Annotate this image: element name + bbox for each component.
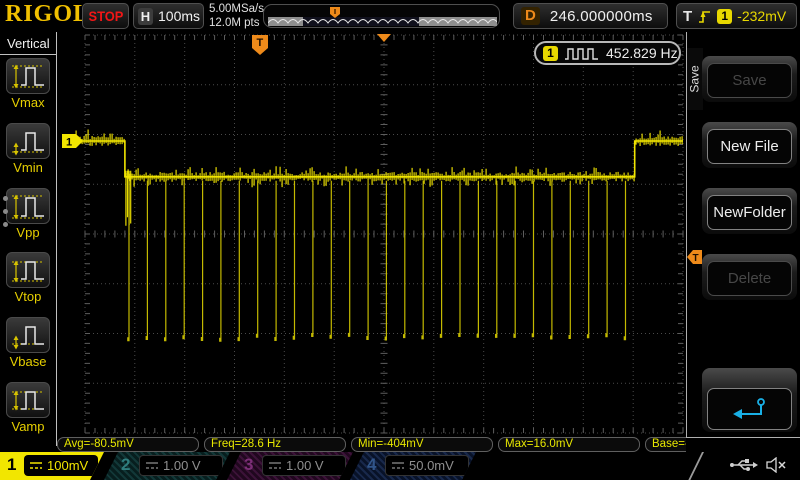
sidebar-title: Vertical: [0, 32, 56, 55]
return-arrow-icon: [730, 395, 770, 423]
channel-scale: 100mV: [47, 458, 88, 473]
channel-number: 4: [367, 455, 376, 475]
memory-depth: 12.0M pts: [209, 16, 264, 30]
ch1-trace: [57, 32, 686, 437]
sidebar-item-vbase[interactable]: Vbase: [0, 317, 56, 369]
sidebar-item-label: Vmax: [0, 95, 56, 110]
measurement-freq[interactable]: Freq=28.6 Hz: [204, 437, 346, 452]
save-button[interactable]: Save: [707, 63, 792, 98]
channel-4-status[interactable]: 4 50.0mV: [350, 452, 476, 480]
statusbar-divider: [688, 452, 704, 480]
back-button[interactable]: [707, 388, 792, 430]
waveform-position-preview[interactable]: [263, 4, 500, 28]
sidebar-item-label: Vpp: [0, 225, 56, 240]
svg-text:1: 1: [66, 137, 72, 149]
svg-text:T: T: [693, 253, 699, 264]
channel-3-status[interactable]: 3 1.00 V: [227, 452, 353, 480]
dc-coupling-icon: [391, 461, 405, 470]
trigger-position-flag-icon[interactable]: [330, 7, 341, 19]
speaker-muted-icon: [766, 457, 787, 473]
rising-edge-icon: [697, 8, 712, 25]
horizontal-timebase-box[interactable]: H 100ms: [133, 3, 204, 29]
trigger-level-value: -232mV: [737, 8, 786, 24]
preview-waveform: [268, 17, 497, 26]
frequency-counter-overlay: 1 452.829 Hz: [534, 41, 681, 65]
acquisition-info: 5.00MSa/s 12.0M pts: [209, 2, 264, 30]
save-menu-panel: Save T Save New File NewFolder Delete: [686, 32, 800, 452]
trigger-readout-box[interactable]: T 1 -232mV: [676, 3, 797, 29]
page-dots-icon: [3, 188, 8, 235]
top-status-bar: RIGOL STOP H 100ms 5.00MSa/s 12.0M pts D…: [0, 0, 800, 33]
sidebar-item-label: Vamp: [0, 419, 56, 434]
vbase-icon: [10, 320, 46, 350]
counter-channel-badge: 1: [543, 46, 558, 61]
measurement-min[interactable]: Min=-404mV: [351, 437, 493, 452]
measurement-avg[interactable]: Avg=-80.5mV: [57, 437, 199, 452]
measurement-status-bar: Avg=-80.5mV Freq=28.6 Hz Min=-404mV Max=…: [57, 437, 686, 452]
channel-number: 3: [244, 455, 253, 475]
channel-number: 2: [121, 455, 130, 475]
measurement-base[interactable]: Base=-404mV: [645, 437, 686, 452]
delay-value: 246.000000ms: [550, 8, 653, 25]
vertical-measure-sidebar: Vertical Vmax Vmin Vpp: [0, 32, 57, 446]
trigger-source-badge: 1: [717, 9, 732, 24]
vtop-icon: [10, 255, 46, 285]
counter-frequency-value: 452.829 Hz: [606, 45, 678, 61]
svg-text:T: T: [257, 37, 264, 49]
channel-status-bar: 1 100mV 2 1.00 V 3 1.00 V: [0, 452, 800, 480]
horizontal-label: H: [138, 8, 153, 25]
channel-scale: 50.0mV: [409, 458, 454, 473]
dc-coupling-icon: [145, 461, 159, 470]
menu-tab-save: Save: [687, 48, 703, 110]
menu-divider-bottom: [686, 437, 800, 438]
channel-2-status[interactable]: 2 1.00 V: [104, 452, 230, 480]
trigger-level-marker[interactable]: T: [687, 250, 703, 265]
sample-rate: 5.00MSa/s: [209, 2, 264, 16]
ch1-ground-marker[interactable]: 1: [62, 134, 85, 149]
vamp-icon: [10, 385, 46, 415]
dc-coupling-icon: [268, 461, 282, 470]
delay-readout-box[interactable]: D 246.000000ms: [513, 3, 668, 29]
timebase-value: 100ms: [158, 8, 200, 24]
vmax-icon: [10, 61, 46, 91]
measurement-max[interactable]: Max=16.0mV: [498, 437, 640, 452]
sidebar-item-label: Vmin: [0, 160, 56, 175]
vmin-icon: [10, 126, 46, 156]
rigol-logo: RIGOL: [5, 1, 90, 28]
channel-scale: 1.00 V: [163, 458, 201, 473]
delay-label: D: [521, 7, 540, 25]
sidebar-item-vmin[interactable]: Vmin: [0, 123, 56, 175]
sidebar-item-vpp[interactable]: Vpp: [0, 188, 56, 240]
usb-icon: [729, 457, 759, 473]
sidebar-item-label: Vtop: [0, 289, 56, 304]
channel-scale: 1.00 V: [286, 458, 324, 473]
vpp-icon: [10, 191, 46, 221]
run-state-indicator[interactable]: STOP: [82, 3, 129, 29]
channel-1-status[interactable]: 1 100mV: [0, 452, 104, 480]
sidebar-item-vamp[interactable]: Vamp: [0, 382, 56, 434]
dc-coupling-icon: [29, 461, 43, 470]
trigger-position-marker[interactable]: T: [252, 35, 269, 56]
new-file-button[interactable]: New File: [707, 129, 792, 164]
sidebar-item-vtop[interactable]: Vtop: [0, 252, 56, 304]
sidebar-item-vmax[interactable]: Vmax: [0, 58, 56, 110]
delete-button[interactable]: Delete: [707, 261, 792, 296]
square-wave-icon: [564, 47, 600, 60]
run-state-label: STOP: [88, 8, 123, 24]
new-folder-button[interactable]: NewFolder: [707, 195, 792, 230]
sidebar-item-label: Vbase: [0, 354, 56, 369]
channel-number: 1: [7, 455, 16, 475]
waveform-display[interactable]: 1 T 1 452.829 Hz: [57, 32, 686, 437]
delay-center-marker-icon: [377, 34, 392, 43]
trigger-label: T: [683, 8, 692, 25]
